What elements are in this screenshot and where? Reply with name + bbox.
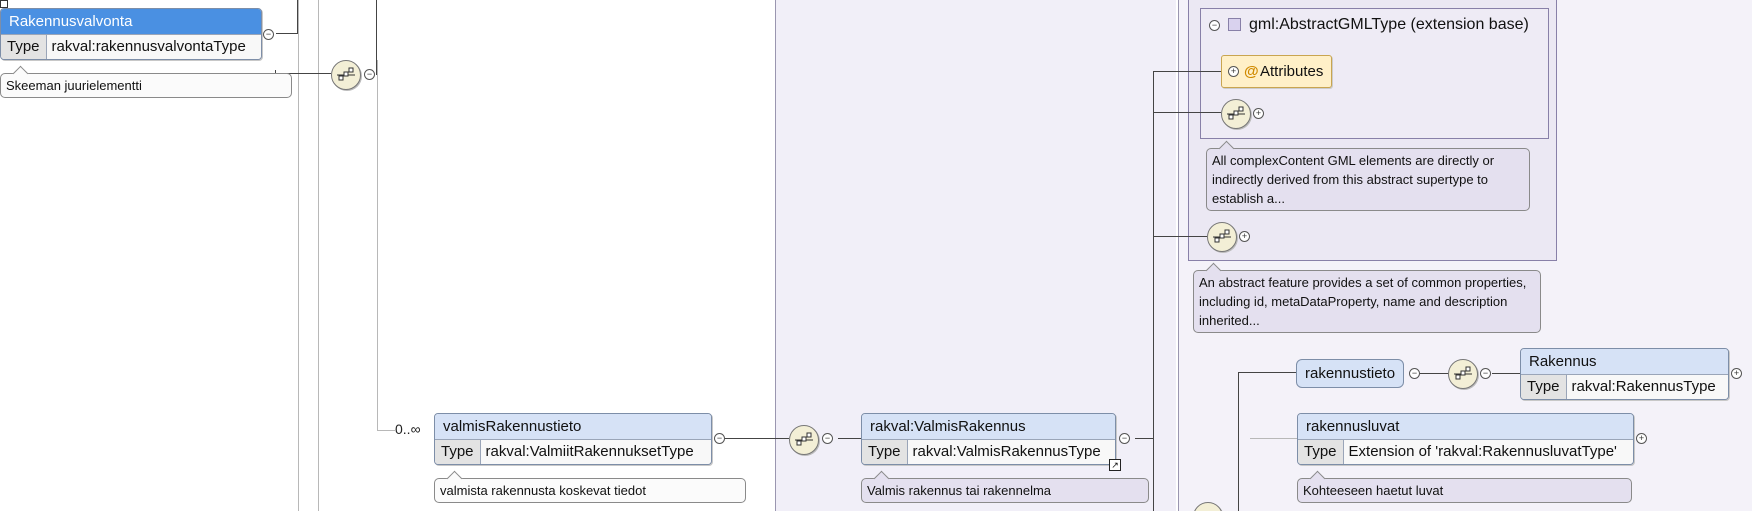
expand-toggle-icon[interactable]: + bbox=[1636, 433, 1647, 444]
guide-line bbox=[377, 60, 378, 430]
connector bbox=[276, 33, 297, 34]
attribute-at-icon: @ bbox=[1244, 63, 1259, 80]
element-valmisrakennus[interactable]: rakval:ValmisRakennus Type rakval:ValmisR… bbox=[861, 413, 1116, 465]
collapse-toggle-icon[interactable]: − bbox=[1409, 368, 1420, 379]
connector bbox=[1135, 438, 1153, 439]
collapse-toggle-icon[interactable]: − bbox=[1480, 368, 1491, 379]
annotation-note: Valmis rakennus tai rakennelma bbox=[861, 470, 1149, 503]
reference-arrow-icon: ↗ bbox=[1109, 459, 1121, 471]
sequence-compositor-icon[interactable] bbox=[1207, 222, 1237, 252]
connector bbox=[1153, 236, 1207, 237]
guide-line bbox=[377, 430, 395, 431]
type-key: Type bbox=[1298, 440, 1344, 464]
connector bbox=[722, 438, 789, 439]
sequence-compositor-icon[interactable] bbox=[789, 425, 819, 455]
element-name: Rakennusvalvonta bbox=[1, 9, 261, 34]
connector bbox=[1238, 372, 1239, 384]
element-rakennus[interactable]: Rakennus Type rakval:RakennusType bbox=[1520, 348, 1729, 400]
annotation-note: valmista rakennusta koskevat tiedot bbox=[434, 470, 746, 503]
annotation-note: An abstract feature provides a set of co… bbox=[1193, 262, 1541, 333]
element-name: rakval:ValmisRakennus bbox=[862, 414, 1115, 439]
sequence-compositor-icon[interactable] bbox=[1221, 99, 1251, 129]
element-name: rakennusluvat bbox=[1298, 414, 1633, 439]
element-rakennusvalvonta[interactable]: Rakennusvalvonta Type rakval:rakennusvalv… bbox=[0, 8, 262, 60]
schema-diagram-canvas: Rakennusvalvonta Type rakval:rakennusvalv… bbox=[0, 0, 1752, 511]
type-value: rakval:ValmiitRakennuksetType bbox=[480, 440, 711, 464]
connector bbox=[1153, 71, 1221, 72]
collapse-toggle-icon[interactable]: − bbox=[1119, 433, 1130, 444]
sequence-compositor-icon[interactable] bbox=[331, 60, 361, 90]
annotation-note: Skeeman juurielementti bbox=[0, 65, 292, 98]
annotation-note: All complexContent GML elements are dire… bbox=[1206, 140, 1530, 211]
connector bbox=[1415, 373, 1450, 374]
element-name: valmisRakennustieto bbox=[435, 414, 711, 439]
collapse-toggle-icon[interactable]: − bbox=[364, 69, 375, 80]
occurrence-label: 0..∞ bbox=[395, 421, 421, 437]
annotation-note: Kohteeseen haetut luvat bbox=[1297, 470, 1632, 503]
corner-marker-icon bbox=[0, 0, 8, 8]
connector bbox=[1153, 71, 1154, 511]
element-valmisrakennustieto[interactable]: valmisRakennustieto Type rakval:ValmiitRa… bbox=[434, 413, 712, 465]
type-key: Type bbox=[862, 440, 908, 464]
type-key: Type bbox=[1521, 375, 1567, 399]
attributes-label: Attributes bbox=[1260, 63, 1324, 80]
complex-type-icon bbox=[1228, 18, 1241, 32]
connector bbox=[838, 438, 862, 439]
guide-line bbox=[318, 0, 319, 511]
type-key: Type bbox=[1, 35, 47, 59]
connector bbox=[297, 0, 298, 34]
expand-toggle-icon[interactable]: + bbox=[1239, 231, 1250, 242]
type-value: rakval:RakennusType bbox=[1566, 375, 1728, 399]
expand-toggle-icon[interactable]: + bbox=[1731, 368, 1742, 379]
type-value: rakval:ValmisRakennusType bbox=[907, 440, 1115, 464]
collapse-toggle-icon[interactable]: − bbox=[263, 29, 274, 40]
connector bbox=[1492, 373, 1520, 374]
guide-line bbox=[1250, 438, 1298, 439]
connector bbox=[1238, 381, 1239, 511]
extension-base-title: − gml:AbstractGMLType (extension base) bbox=[1209, 16, 1529, 34]
type-value: Extension of 'rakval:RakennusluvatType' bbox=[1343, 440, 1633, 464]
expand-toggle-icon[interactable]: + bbox=[1253, 108, 1264, 119]
sequence-compositor-icon[interactable] bbox=[1448, 359, 1478, 389]
connector bbox=[1153, 112, 1221, 113]
collapse-toggle-icon[interactable]: − bbox=[714, 433, 725, 444]
element-name: Rakennus bbox=[1521, 349, 1728, 374]
collapse-toggle-icon[interactable]: − bbox=[1209, 20, 1220, 31]
element-rakennusluvat[interactable]: rakennusluvat Type Extension of 'rakval:R… bbox=[1297, 413, 1634, 465]
connector bbox=[1238, 372, 1296, 373]
expand-toggle-icon[interactable]: + bbox=[1228, 66, 1239, 77]
connector bbox=[376, 0, 377, 75]
guide-line bbox=[298, 0, 299, 511]
type-key: Type bbox=[435, 440, 481, 464]
element-rakennustieto[interactable]: rakennustieto bbox=[1296, 359, 1405, 388]
attributes-group[interactable]: + @ Attributes bbox=[1221, 55, 1333, 88]
collapse-toggle-icon[interactable]: − bbox=[822, 433, 833, 444]
connector bbox=[1161, 71, 1162, 72]
type-value: rakval:rakennusvalvontaType bbox=[46, 35, 261, 59]
